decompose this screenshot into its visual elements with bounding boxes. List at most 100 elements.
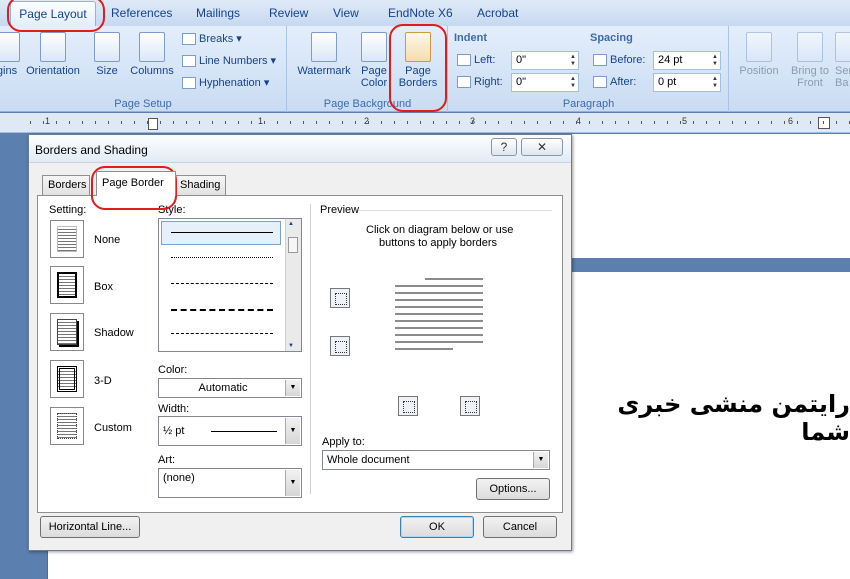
orientation-button[interactable]: Orientation [22,32,84,77]
document-text[interactable]: رایتمن منشی خبری شما [583,390,850,446]
style-option-long-dash[interactable] [171,309,273,311]
tab-references[interactable]: References [111,6,172,20]
chevron-down-icon[interactable]: ▼ [533,452,548,468]
tab-mailings[interactable]: Mailings [196,6,240,20]
watermark-button[interactable]: Watermark [294,32,354,77]
chevron-down-icon[interactable]: ▼ [285,418,300,444]
ruler-tick [459,121,460,124]
spacing-after-input[interactable]: 0 pt ▲ ▼ [653,73,721,92]
help-button[interactable]: ? [491,138,517,156]
paragraph-group: Indent Left: 0" ▲ ▼ Right: 0" ▲ ▼ Spacing Be… [449,26,729,112]
ruler-tick [264,121,265,124]
hyphenation-button[interactable]: Hyphenation ▾ [182,76,269,90]
preview-diagram[interactable] [384,272,492,366]
scroll-thumb[interactable] [288,237,298,253]
margins-button[interactable]: gins [0,32,20,77]
setting-shadow-icon [57,319,77,345]
options-button[interactable]: Options... [476,478,550,500]
style-option-dash-dot[interactable] [171,333,273,334]
setting-none-button[interactable] [50,220,84,258]
ruler-tick [667,121,668,124]
spacing-before-icon [593,54,607,67]
send-to-back-button[interactable]: Sen Ba [835,32,850,89]
setting-none-label[interactable]: None [94,234,120,246]
setting-custom-label[interactable]: Custom [94,422,132,434]
style-listbox[interactable]: ▲ ▼ [158,218,302,352]
ruler-tick [524,121,525,124]
setting-3d-button[interactable] [50,360,84,398]
preview-text-line [395,306,483,308]
setting-shadow-button[interactable] [50,313,84,351]
width-value: ½ pt [163,425,185,437]
tab-borders[interactable]: Borders [42,175,90,195]
left-border-button[interactable] [398,396,418,416]
tab-review[interactable]: Review [269,6,308,20]
dialog-title: Borders and Shading [35,143,148,157]
apply-to-label: Apply to: [322,436,365,448]
tab-acrobat[interactable]: Acrobat [477,6,518,20]
chevron-down-icon[interactable]: ▼ [285,380,300,396]
indent-left-icon [457,54,471,67]
spacing-before-input[interactable]: 24 pt ▲ ▼ [653,51,721,70]
tab-view[interactable]: View [333,6,359,20]
setting-3d-label[interactable]: 3-D [94,375,112,387]
ruler-tick [368,121,369,124]
setting-custom-button[interactable] [50,407,84,445]
breaks-button[interactable]: Breaks ▾ [182,32,242,46]
dialog-titlebar[interactable]: Borders and Shading ? ✕ [29,135,571,163]
indent-left-label: Left: [457,54,495,67]
horizontal-line-button[interactable]: Horizontal Line... [40,516,140,538]
style-option-dashed[interactable] [171,283,273,284]
apply-to-select[interactable]: Whole document ▼ [322,450,550,470]
page-color-button[interactable]: Page Color [356,32,392,89]
horizontal-ruler[interactable]: 1 1 2 3 4 5 6 [0,113,850,133]
ok-button[interactable]: OK [400,516,474,538]
columns-button[interactable]: Columns [128,32,176,77]
indent-left-input[interactable]: 0" ▲ ▼ [511,51,579,70]
ruler-tick [316,121,317,124]
cancel-button[interactable]: Cancel [483,516,557,538]
setting-shadow-label[interactable]: Shadow [94,327,134,339]
watermark-icon [311,32,337,62]
indent-right-input[interactable]: 0" ▲ ▼ [511,73,579,92]
width-select[interactable]: ½ pt ▼ [158,416,302,446]
style-option-solid[interactable] [171,232,273,233]
style-scrollbar[interactable]: ▲ ▼ [285,219,301,351]
line-numbers-label: Line Numbers [199,55,268,67]
send-to-back-label-1: Sen [835,65,850,77]
tab-endnote[interactable]: EndNote X6 [388,6,453,20]
indent-label: Indent [454,32,487,44]
page-borders-button[interactable]: Page Borders [396,32,440,89]
position-button[interactable]: Position [735,32,783,77]
art-select[interactable]: (none) ▼ [158,468,302,498]
tab-page-layout[interactable]: Page Layout [10,1,96,26]
right-border-button[interactable] [460,396,480,416]
setting-box-label[interactable]: Box [94,281,113,293]
scroll-down-icon[interactable]: ▼ [288,343,294,349]
scroll-up-icon[interactable]: ▲ [288,221,294,227]
indent-right-label: Right: [457,76,503,89]
size-icon [94,32,120,62]
color-select[interactable]: Automatic ▼ [158,378,302,398]
style-selected-option[interactable] [161,221,281,245]
close-button[interactable]: ✕ [521,138,563,156]
ruler-tick [277,121,278,124]
bring-to-front-button[interactable]: Bring to Front [783,32,837,89]
top-border-button[interactable] [330,288,350,308]
tab-shading[interactable]: Shading [174,175,226,195]
ruler-tick [784,121,785,124]
chevron-down-icon[interactable]: ▼ [285,470,300,496]
ruler-tick [823,121,824,124]
right-indent-marker-icon[interactable] [818,117,830,129]
size-button[interactable]: Size [92,32,122,77]
indent-marker-icon[interactable] [148,118,158,130]
tab-page-border[interactable]: Page Border [96,171,176,196]
bottom-border-button[interactable] [330,336,350,356]
ruler-tick [134,121,135,124]
preview-hint-1: Click on diagram below or use [366,224,514,236]
setting-box-button[interactable] [50,266,84,304]
ruler-tick [706,121,707,124]
style-option-dotted[interactable] [171,257,273,258]
line-numbers-button[interactable]: Line Numbers ▾ [182,54,276,68]
ruler-tick [615,121,616,124]
